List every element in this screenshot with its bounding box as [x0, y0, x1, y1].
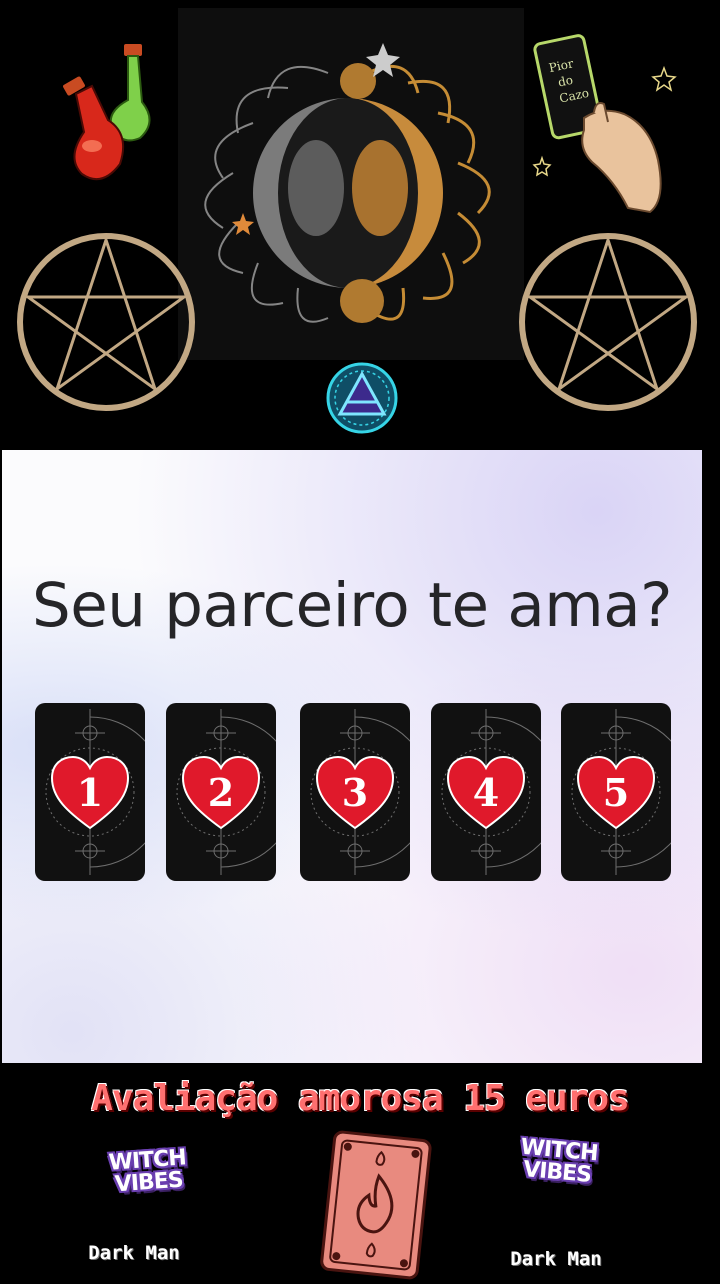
sigil-icon — [324, 360, 400, 436]
dark-man-caption-right: Dark Man — [510, 1248, 602, 1270]
card-number: 5 — [602, 770, 630, 815]
potion-bottle-illustration — [58, 42, 162, 192]
tarot-card-3[interactable]: 3 — [300, 703, 410, 881]
question-title: Seu parceiro te ama? — [31, 570, 673, 641]
flame-tarot-card-illustration — [318, 1128, 434, 1280]
card-number: 4 — [472, 770, 500, 815]
tarot-card-5[interactable]: 5 — [561, 703, 671, 881]
witch-vibes-badge-left: WITCH VIBES — [99, 1145, 198, 1198]
card-number: 2 — [207, 770, 235, 815]
pentagram-right — [516, 230, 700, 414]
witch-vibes-left-line-2: VIBES — [114, 1167, 184, 1198]
card-number: 1 — [76, 770, 104, 815]
dark-man-caption-left: Dark Man — [88, 1242, 180, 1264]
price-banner: Avaliação amorosa 15 euros — [91, 1078, 630, 1119]
sun-moon-illustration — [178, 8, 524, 360]
tarot-card-2[interactable]: 2 — [166, 703, 276, 881]
witch-vibes-badge-right: WITCH VIBES — [508, 1135, 607, 1188]
tarot-card-4[interactable]: 4 — [431, 703, 541, 881]
pentagram-left — [14, 230, 198, 414]
hand-holding-card-illustration: Pior do Cazo — [532, 30, 682, 215]
card-number: 3 — [341, 770, 369, 815]
tarot-card-1[interactable]: 1 — [35, 703, 145, 881]
witch-vibes-right-line-2: VIBES — [522, 1157, 592, 1188]
